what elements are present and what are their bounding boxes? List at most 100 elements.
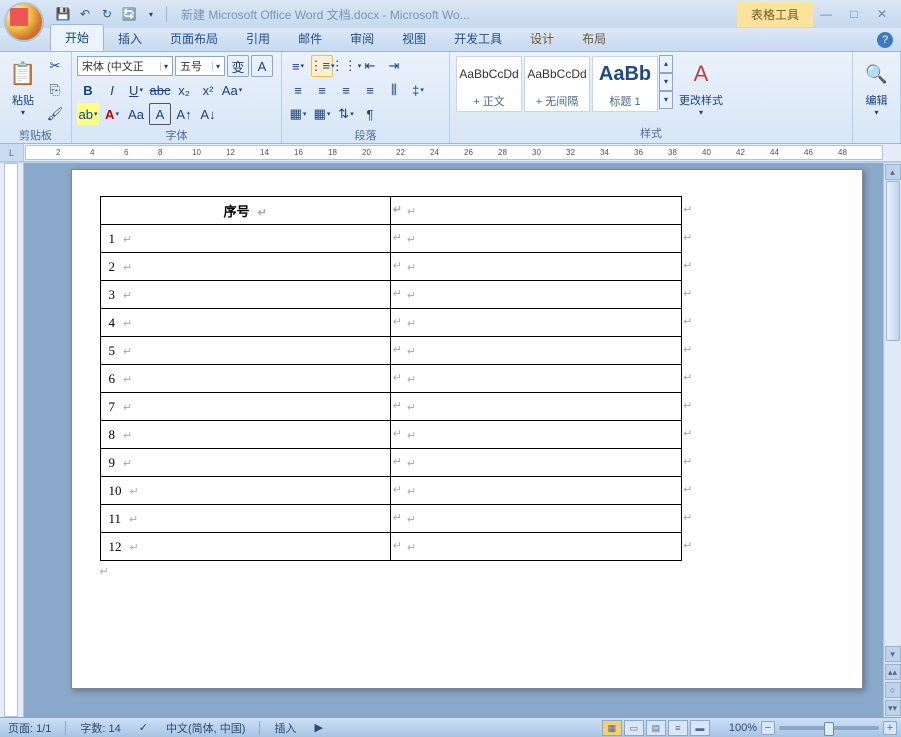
- minimize-button[interactable]: —: [813, 6, 839, 22]
- change-styles-button[interactable]: A 更改样式 ▾: [676, 55, 726, 121]
- redo-icon[interactable]: ↻: [98, 5, 116, 23]
- font-name-combo[interactable]: 宋体 (中文正▾: [77, 56, 173, 76]
- prev-page-icon[interactable]: ▴▴: [885, 664, 901, 680]
- scrollbar-thumb[interactable]: [886, 181, 900, 341]
- char-border-icon[interactable]: A: [149, 103, 171, 125]
- status-page[interactable]: 页面: 1/1: [4, 720, 55, 736]
- qat-customize-icon[interactable]: ▾: [142, 5, 160, 23]
- table-row[interactable]: 7↵↵↵↵: [100, 393, 681, 421]
- styles-expand-icon[interactable]: ▾: [659, 91, 673, 109]
- show-marks-icon[interactable]: ¶: [359, 103, 381, 125]
- bold-icon[interactable]: B: [77, 79, 99, 101]
- sync-icon[interactable]: 🔄: [120, 5, 138, 23]
- vertical-ruler[interactable]: [0, 163, 24, 717]
- tab-view[interactable]: 视图: [388, 26, 440, 51]
- superscript-icon[interactable]: x²: [197, 79, 219, 101]
- line-spacing-icon[interactable]: ‡: [407, 79, 429, 101]
- shrink-font-icon[interactable]: A↓: [197, 103, 219, 125]
- help-icon[interactable]: ?: [877, 32, 893, 48]
- page-scroll-container[interactable]: 序号↵↵ ↵↵ 1↵↵↵↵2↵↵↵↵3↵↵↵↵4↵↵↵↵5↵↵↵↵6↵↵↵↵7↵…: [24, 163, 883, 717]
- align-center-icon[interactable]: ≡: [311, 79, 333, 101]
- table-row[interactable]: 2↵↵↵↵: [100, 253, 681, 281]
- scroll-up-icon[interactable]: ▴: [885, 164, 901, 180]
- table-row[interactable]: 1↵↵↵↵: [100, 225, 681, 253]
- shading-icon[interactable]: ▦: [287, 103, 309, 125]
- borders-icon[interactable]: ▦: [311, 103, 333, 125]
- zoom-slider[interactable]: [779, 726, 879, 730]
- justify-icon[interactable]: ≡: [359, 79, 381, 101]
- tab-page-layout[interactable]: 页面布局: [156, 26, 232, 51]
- scrollbar-track[interactable]: [885, 181, 901, 645]
- proofing-icon[interactable]: ✓: [135, 721, 152, 734]
- vertical-scrollbar[interactable]: ▴ ▾ ▴▴ ○ ▾▾: [883, 163, 901, 717]
- office-button[interactable]: [4, 2, 44, 42]
- maximize-button[interactable]: □: [841, 6, 867, 22]
- styles-scroll-down-icon[interactable]: ▾: [659, 73, 673, 91]
- undo-icon[interactable]: ↶: [76, 5, 94, 23]
- copy-icon[interactable]: ⎘: [44, 79, 66, 101]
- paste-button[interactable]: 📋 粘贴 ▾: [5, 55, 41, 121]
- macro-icon[interactable]: ▶: [310, 721, 326, 734]
- tab-insert[interactable]: 插入: [104, 26, 156, 51]
- view-web-icon[interactable]: ▤: [646, 720, 666, 736]
- subscript-icon[interactable]: x₂: [173, 79, 195, 101]
- table-row[interactable]: 10↵↵↵↵: [100, 477, 681, 505]
- view-outline-icon[interactable]: ≡: [668, 720, 688, 736]
- increase-indent-icon[interactable]: ⇥: [383, 55, 405, 77]
- table-row[interactable]: 5↵↵↵↵: [100, 337, 681, 365]
- chevron-down-icon[interactable]: ▾: [160, 62, 168, 71]
- status-words[interactable]: 字数: 14: [76, 720, 124, 736]
- table-row[interactable]: 9↵↵↵↵: [100, 449, 681, 477]
- style-heading1[interactable]: AaBb标题 1: [592, 56, 658, 112]
- zoom-percent[interactable]: 100%: [729, 722, 757, 734]
- char-scale-icon[interactable]: Aa: [125, 103, 147, 125]
- decrease-indent-icon[interactable]: ⇤: [359, 55, 381, 77]
- chevron-down-icon[interactable]: ▾: [212, 62, 220, 71]
- scroll-down-icon[interactable]: ▾: [885, 646, 901, 662]
- cut-icon[interactable]: ✂: [44, 55, 66, 77]
- zoom-out-icon[interactable]: −: [761, 721, 775, 735]
- document-table[interactable]: 序号↵↵ ↵↵ 1↵↵↵↵2↵↵↵↵3↵↵↵↵4↵↵↵↵5↵↵↵↵6↵↵↵↵7↵…: [100, 196, 682, 561]
- font-size-combo[interactable]: 五号▾: [175, 56, 225, 76]
- tab-references[interactable]: 引用: [232, 26, 284, 51]
- highlight-icon[interactable]: ab: [77, 103, 99, 125]
- view-full-screen-icon[interactable]: ▭: [624, 720, 644, 736]
- tab-mailings[interactable]: 邮件: [284, 26, 336, 51]
- italic-icon[interactable]: I: [101, 79, 123, 101]
- align-left-icon[interactable]: ≡: [287, 79, 309, 101]
- tab-developer[interactable]: 开发工具: [440, 26, 516, 51]
- table-row[interactable]: 8↵↵↵↵: [100, 421, 681, 449]
- phonetic-icon[interactable]: A: [251, 55, 273, 77]
- format-painter-icon[interactable]: 🖌: [44, 103, 66, 125]
- strike-icon[interactable]: abc: [149, 79, 171, 101]
- table-row[interactable]: 4↵↵↵↵: [100, 309, 681, 337]
- next-page-icon[interactable]: ▾▾: [885, 700, 901, 716]
- numbering-icon[interactable]: ⋮≡: [311, 55, 333, 77]
- status-mode[interactable]: 插入: [270, 720, 300, 736]
- style-no-spacing[interactable]: AaBbCcDd+ 无间隔: [524, 56, 590, 112]
- sort-icon[interactable]: ⇅: [335, 103, 357, 125]
- browse-object-icon[interactable]: ○: [885, 682, 901, 698]
- ruler-corner[interactable]: L: [0, 144, 24, 161]
- table-row[interactable]: 12↵↵↵↵: [100, 533, 681, 561]
- grow-font-icon[interactable]: A↑: [173, 103, 195, 125]
- multilevel-icon[interactable]: ⋮⋮: [335, 55, 357, 77]
- save-icon[interactable]: 💾: [54, 5, 72, 23]
- close-button[interactable]: ✕: [869, 6, 895, 22]
- style-normal[interactable]: AaBbCcDd+ 正文: [456, 56, 522, 112]
- status-language[interactable]: 中文(简体, 中国): [162, 720, 249, 736]
- view-draft-icon[interactable]: ▬: [690, 720, 710, 736]
- bullets-icon[interactable]: ≡: [287, 55, 309, 77]
- clear-format-icon[interactable]: 变: [227, 55, 249, 77]
- tab-table-layout[interactable]: 布局: [568, 26, 620, 51]
- distribute-icon[interactable]: ⫼: [383, 79, 405, 101]
- table-row[interactable]: 3↵↵↵↵: [100, 281, 681, 309]
- zoom-in-icon[interactable]: +: [883, 721, 897, 735]
- change-case-icon[interactable]: Aa: [221, 79, 243, 101]
- underline-icon[interactable]: U: [125, 79, 147, 101]
- tab-home[interactable]: 开始: [50, 24, 104, 51]
- tab-table-design[interactable]: 设计: [516, 26, 568, 51]
- styles-scroll-up-icon[interactable]: ▴: [659, 55, 673, 73]
- tab-review[interactable]: 审阅: [336, 26, 388, 51]
- horizontal-ruler[interactable]: 2468101214161820222426283032343638404244…: [25, 145, 883, 160]
